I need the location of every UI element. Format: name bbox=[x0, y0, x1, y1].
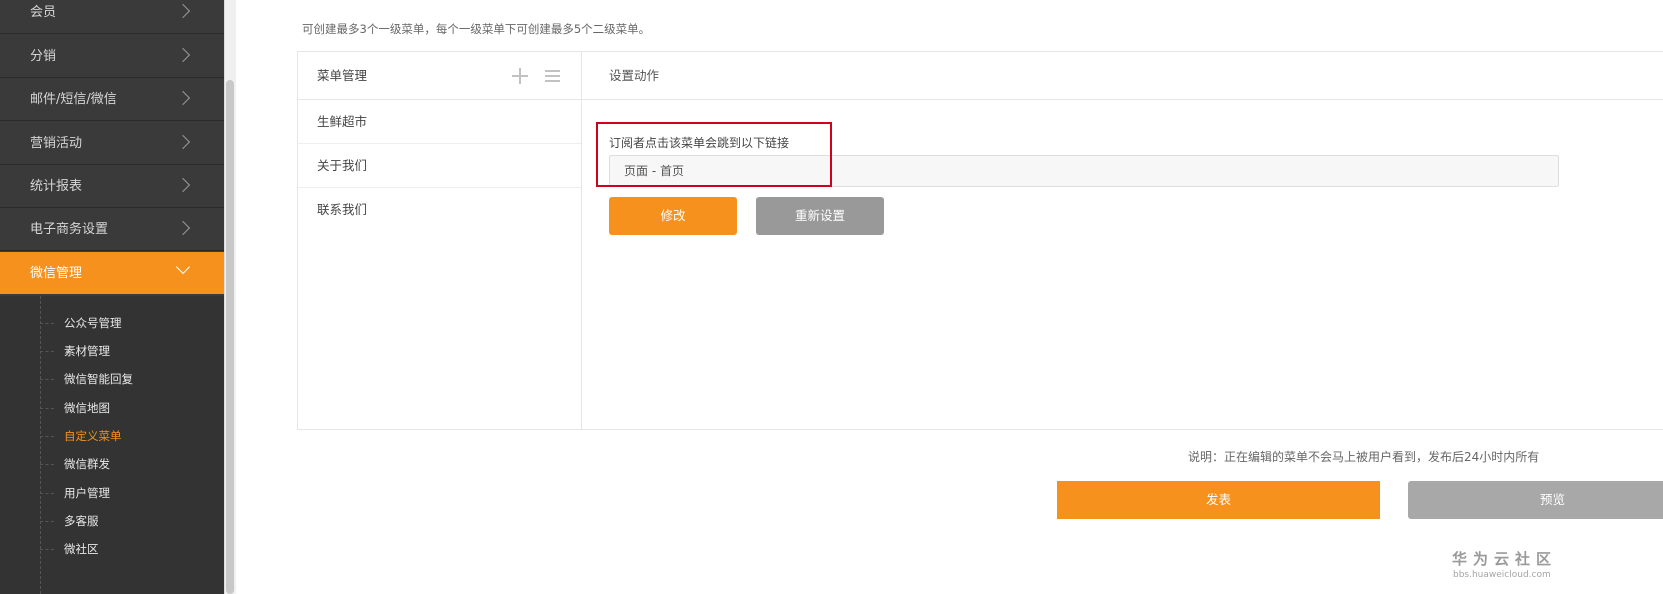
sidebar-item-label: 会员 bbox=[30, 5, 57, 20]
submenu-item-wechat-map[interactable]: 微信地图 bbox=[40, 396, 110, 420]
publish-button[interactable]: 发表 bbox=[1057, 481, 1380, 519]
sidebar-item-distribution[interactable]: 分销 bbox=[0, 35, 224, 78]
submenu-item-official-account[interactable]: 公众号管理 bbox=[40, 311, 122, 335]
menu-item-contact-us[interactable]: 联系我们 bbox=[298, 188, 581, 232]
menu-item-fresh-market[interactable]: 生鲜超市 bbox=[298, 100, 581, 144]
chevron-down-icon bbox=[175, 259, 191, 275]
publish-note: 说明：正在编辑的菜单不会马上被用户看到，发布后24小时内所有 bbox=[1188, 450, 1540, 464]
sidebar-item-reports[interactable]: 统计报表 bbox=[0, 165, 224, 208]
sidebar-item-marketing[interactable]: 营销活动 bbox=[0, 122, 224, 165]
chevron-right-icon bbox=[175, 3, 191, 19]
reset-button[interactable]: 重新设置 bbox=[756, 197, 884, 235]
sidebar-scrollbar-thumb[interactable] bbox=[226, 80, 234, 594]
submenu-item-customer-service[interactable]: 多客服 bbox=[40, 509, 99, 533]
submenu-item-materials[interactable]: 素材管理 bbox=[40, 339, 110, 363]
submenu-item-label: 多客服 bbox=[64, 514, 99, 528]
preview-button[interactable]: 预览 bbox=[1408, 481, 1663, 519]
menu-item-about-us[interactable]: 关于我们 bbox=[298, 144, 581, 188]
menu-management-title: 菜单管理 bbox=[317, 68, 368, 83]
chevron-right-icon bbox=[175, 220, 191, 236]
sidebar-item-ecommerce-settings[interactable]: 电子商务设置 bbox=[0, 208, 224, 251]
submenu-item-label: 公众号管理 bbox=[64, 316, 122, 330]
menu-management-header: 菜单管理 bbox=[298, 52, 581, 100]
submenu-item-label: 微信群发 bbox=[64, 457, 110, 471]
highlight-annotation-box bbox=[596, 122, 832, 187]
submenu-item-smart-reply[interactable]: 微信智能回复 bbox=[40, 367, 133, 391]
submenu-item-user-management[interactable]: 用户管理 bbox=[40, 481, 110, 505]
sidebar-item-label: 营销活动 bbox=[30, 136, 83, 151]
sidebar: 会员 分销 邮件/短信/微信 营销活动 统计报表 电子商务设置 微信管理 公众号… bbox=[0, 0, 224, 594]
add-menu-icon[interactable] bbox=[512, 68, 528, 84]
submenu-item-label: 微社区 bbox=[64, 542, 99, 556]
sidebar-item-label: 电子商务设置 bbox=[30, 222, 109, 237]
submenu-item-label: 微信智能回复 bbox=[64, 372, 133, 386]
modify-button[interactable]: 修改 bbox=[609, 197, 737, 235]
chevron-right-icon bbox=[175, 134, 191, 150]
sort-menu-icon[interactable] bbox=[545, 69, 560, 83]
sidebar-item-wechat-management[interactable]: 微信管理 bbox=[0, 252, 224, 294]
chevron-right-icon bbox=[175, 177, 191, 193]
chevron-right-icon bbox=[175, 90, 191, 106]
sidebar-item-messaging[interactable]: 邮件/短信/微信 bbox=[0, 78, 224, 121]
submenu-item-label: 微信地图 bbox=[64, 401, 110, 415]
sidebar-item-members[interactable]: 会员 bbox=[0, 0, 224, 34]
watermark-url: bbs.huaweicloud.com bbox=[1453, 570, 1551, 580]
menu-limit-hint: 可创建最多3个一级菜单，每个一级菜单下可创建最多5个二级菜单。 bbox=[302, 22, 651, 36]
menu-list-column: 菜单管理 生鲜超市 关于我们 联系我们 bbox=[298, 52, 582, 429]
submenu-item-mass-message[interactable]: 微信群发 bbox=[40, 452, 110, 476]
menu-editor-panel: 菜单管理 生鲜超市 关于我们 联系我们 设置动作 订阅者点击该菜单会跳到以下链接… bbox=[297, 51, 1663, 430]
submenu-item-label: 用户管理 bbox=[64, 486, 110, 500]
watermark-title: 华为云社区 bbox=[1452, 550, 1558, 568]
submenu-item-label: 自定义菜单 bbox=[64, 429, 122, 443]
submenu-item-label: 素材管理 bbox=[64, 344, 110, 358]
sidebar-item-label: 微信管理 bbox=[30, 266, 83, 281]
action-settings-title: 设置动作 bbox=[582, 52, 1663, 100]
submenu-item-community[interactable]: 微社区 bbox=[40, 537, 99, 561]
chevron-right-icon bbox=[175, 47, 191, 63]
sidebar-item-label: 分销 bbox=[30, 49, 57, 64]
sidebar-item-label: 统计报表 bbox=[30, 179, 83, 194]
wechat-submenu: 公众号管理 素材管理 微信智能回复 微信地图 自定义菜单 微信群发 用户管理 多… bbox=[0, 296, 224, 594]
submenu-item-custom-menu[interactable]: 自定义菜单 bbox=[40, 424, 122, 448]
action-settings-column: 设置动作 订阅者点击该菜单会跳到以下链接 页面 - 首页 修改 重新设置 bbox=[582, 52, 1663, 429]
sidebar-item-label: 邮件/短信/微信 bbox=[30, 92, 117, 107]
